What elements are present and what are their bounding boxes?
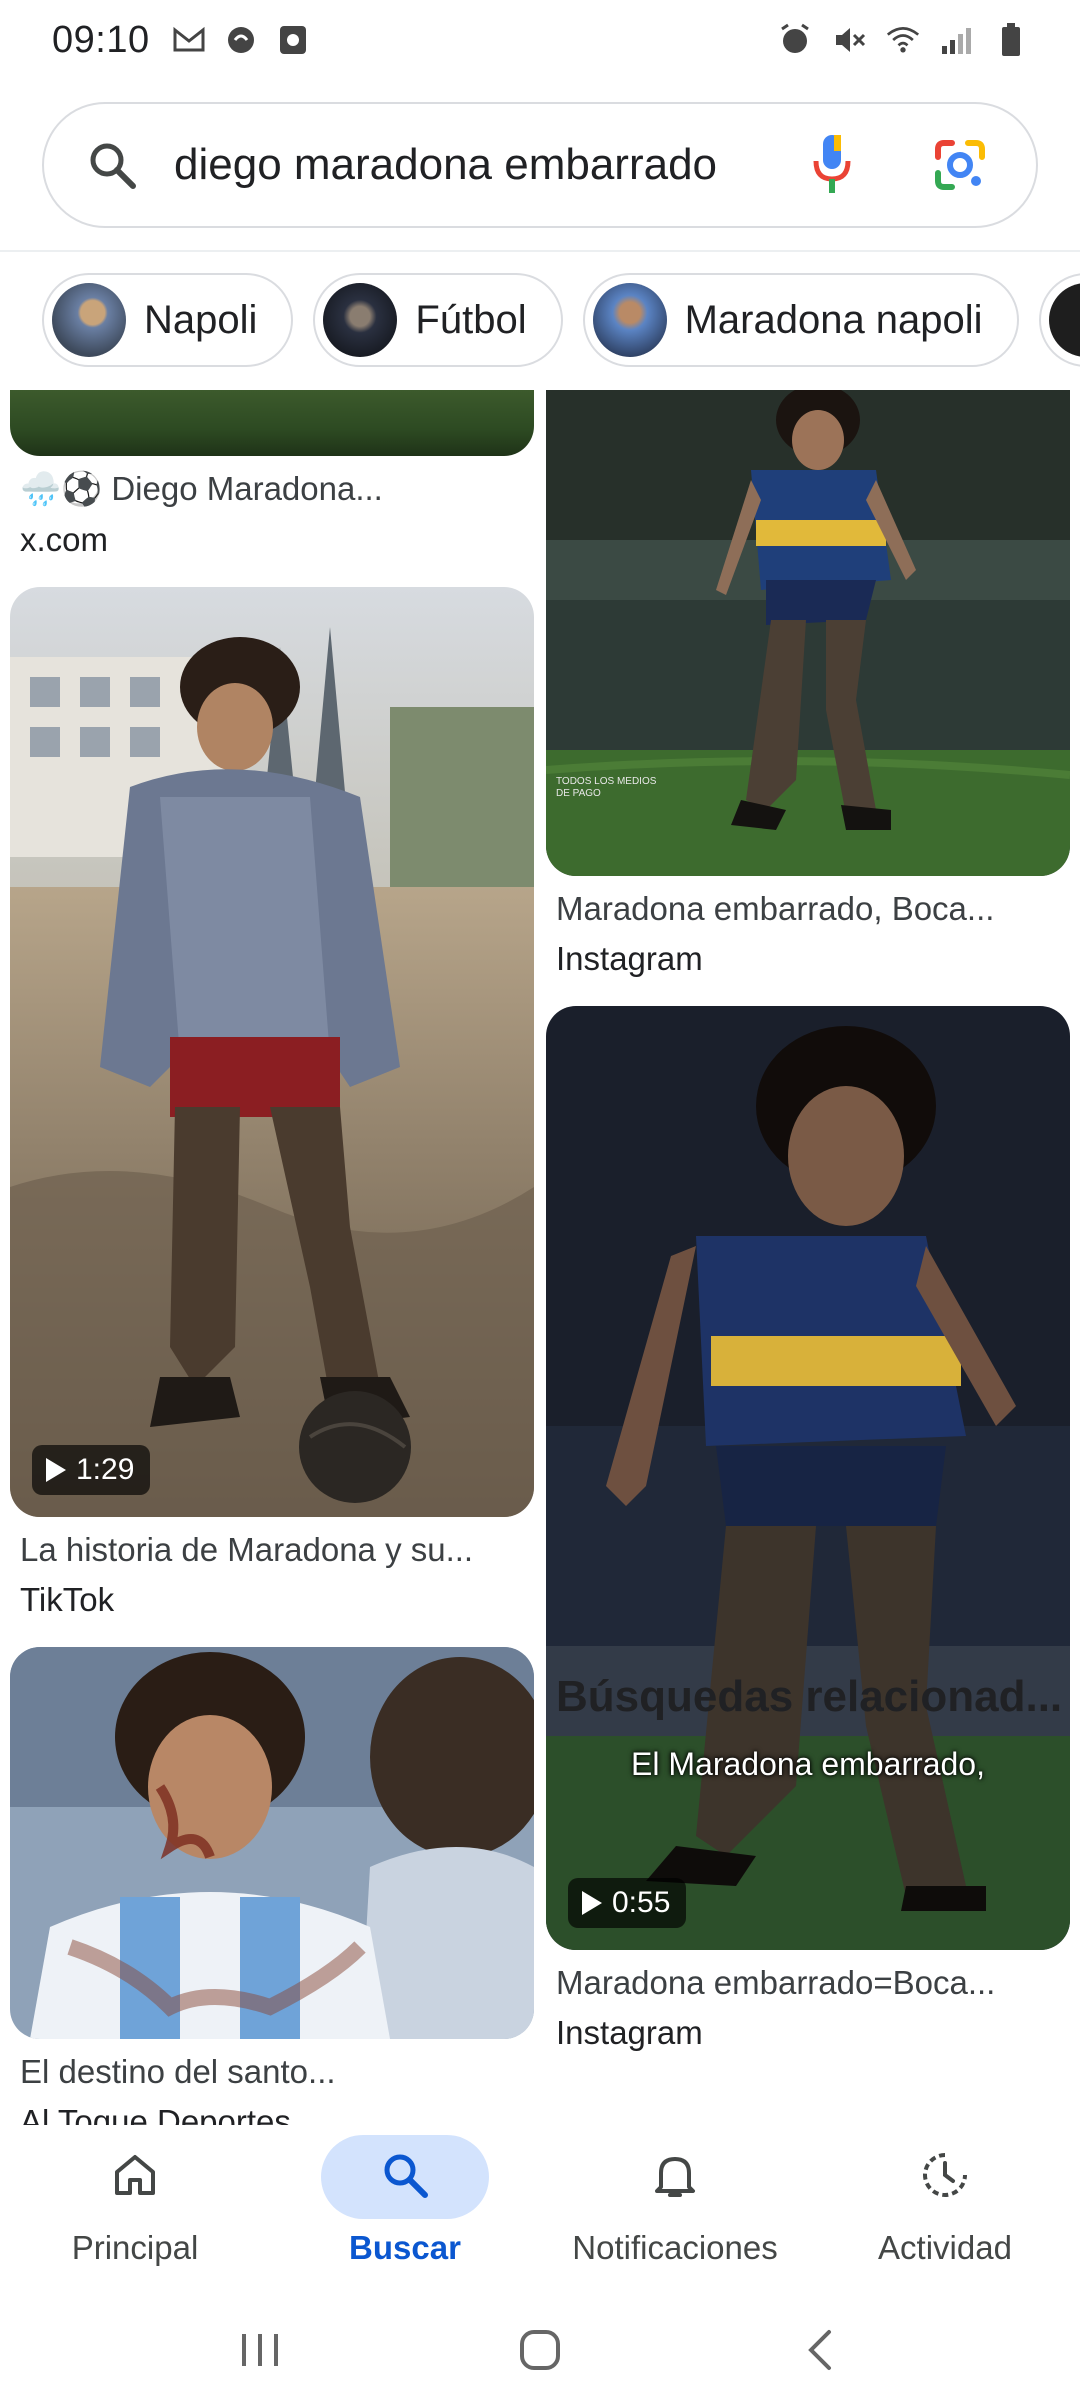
chip-napoli[interactable]: Napoli	[42, 273, 294, 367]
image-watermark: TODOS LOS MEDIOS DE PAGO	[556, 776, 657, 799]
player-argentina-photo	[10, 1647, 534, 2039]
result-card[interactable]: 1:29 La historia de Maradona y su... Tik…	[10, 587, 534, 1619]
bell-icon	[653, 2151, 697, 2204]
result-source: x.com	[20, 521, 109, 558]
nav-label: Notificaciones	[572, 2229, 778, 2266]
video-caption: El Maradona embarrado,	[631, 1746, 985, 1782]
recent-apps-button[interactable]	[210, 2315, 310, 2385]
result-thumbnail[interactable]: TODOS LOS MEDIOS DE PAGO	[546, 390, 1070, 876]
back-button[interactable]	[770, 2315, 870, 2385]
home-icon	[112, 2152, 158, 2203]
search-input[interactable]	[174, 140, 784, 190]
result-source: Instagram	[556, 2014, 703, 2051]
header-divider	[0, 250, 1080, 252]
image-results-grid: 🌧️⚽ Diego Maradona... x.com 1:29 La hist…	[0, 390, 1080, 2125]
result-thumbnail[interactable]	[10, 390, 534, 456]
system-navigation-bar	[0, 2300, 1080, 2400]
activity-icon	[921, 2151, 969, 2204]
chip-more[interactable]	[1038, 273, 1080, 367]
nav-pill[interactable]	[591, 2135, 759, 2219]
result-thumbnail[interactable]	[10, 1647, 534, 2039]
chip-futbol[interactable]: Fútbol	[313, 273, 563, 367]
microphone-icon[interactable]	[804, 133, 860, 197]
chip-label: Fútbol	[415, 297, 527, 342]
result-title[interactable]: La historia de Maradona y su...	[20, 1531, 534, 1569]
chip-avatar	[1048, 283, 1080, 357]
result-card[interactable]: TODOS LOS MEDIOS DE PAGO Maradona embarr…	[546, 390, 1070, 978]
screen-record-icon	[276, 23, 310, 57]
search-icon[interactable]	[84, 137, 140, 193]
result-source: Instagram	[556, 940, 703, 977]
chip-avatar	[52, 283, 126, 357]
related-searches-heading: Búsquedas relacionad...	[556, 1672, 1063, 1721]
nav-pill[interactable]	[861, 2135, 1029, 2219]
back-chevron-icon	[808, 2330, 831, 2370]
battery-icon	[994, 23, 1028, 57]
result-title[interactable]: Maradona embarrado, Boca...	[556, 890, 1070, 928]
home-button[interactable]	[490, 2315, 590, 2385]
home-circle-icon	[520, 2330, 560, 2370]
video-duration: 0:55	[612, 1886, 671, 1919]
results-column-left: 🌧️⚽ Diego Maradona... x.com 1:29 La hist…	[10, 390, 534, 2125]
mute-icon	[832, 23, 866, 57]
nav-item-principal[interactable]: Principal	[0, 2125, 270, 2300]
refinement-chips: Napoli Fútbol Maradona napoli	[0, 270, 1080, 370]
results-column-right: TODOS LOS MEDIOS DE PAGO Maradona embarr…	[546, 390, 1070, 2052]
nav-item-buscar[interactable]: Buscar	[270, 2125, 540, 2300]
chip-avatar	[592, 283, 667, 357]
video-duration-badge: 0:55	[568, 1878, 687, 1928]
play-icon	[46, 1458, 66, 1482]
status-right-icons	[778, 23, 1028, 57]
nav-item-notificaciones[interactable]: Notificaciones	[540, 2125, 810, 2300]
nav-item-actividad[interactable]: Actividad	[810, 2125, 1080, 2300]
search-bar[interactable]	[42, 102, 1038, 228]
result-thumbnail[interactable]: 1:29	[10, 587, 534, 1517]
result-title[interactable]: 🌧️⚽ Diego Maradona...	[20, 470, 534, 509]
status-left-icons	[172, 23, 310, 57]
chip-label: Maradona napoli	[684, 297, 983, 342]
nav-label: Buscar	[349, 2229, 461, 2266]
chip-label: Napoli	[144, 297, 258, 342]
video-duration-badge: 1:29	[32, 1445, 151, 1495]
result-title[interactable]: Maradona embarrado=Boca...	[556, 1964, 1070, 2002]
result-card[interactable]: El destino del santo... Al Toque Deporte…	[10, 1647, 534, 2125]
chip-avatar	[323, 283, 398, 357]
result-title[interactable]: El destino del santo...	[20, 2053, 534, 2091]
gmail-icon	[172, 23, 206, 57]
whatsapp-icon	[224, 23, 258, 57]
bottom-navigation: Principal Buscar Notificaciones Activida…	[0, 2125, 1080, 2300]
search-icon	[381, 2151, 429, 2204]
google-lens-icon[interactable]	[930, 135, 990, 195]
nav-label: Principal	[71, 2229, 199, 2266]
status-bar: 09:10	[0, 0, 1080, 80]
nav-label: Actividad	[878, 2229, 1012, 2266]
chip-maradona-napoli[interactable]: Maradona napoli	[582, 273, 1019, 367]
player-boca-video-photo	[546, 1006, 1070, 1950]
nav-pill[interactable]	[51, 2135, 219, 2219]
result-card[interactable]: El Maradona embarrado, 0:55 Maradona emb…	[546, 1006, 1070, 2052]
alarm-icon	[778, 23, 812, 57]
result-source: TikTok	[20, 1581, 115, 1618]
player-muddy-photo	[10, 587, 534, 1517]
recent-apps-icon	[242, 2334, 278, 2366]
wifi-icon	[886, 23, 920, 57]
result-source: Al Toque Deportes	[20, 2103, 291, 2125]
player-boca-photo	[546, 390, 1070, 876]
result-card[interactable]: 🌧️⚽ Diego Maradona... x.com	[10, 390, 534, 559]
result-thumbnail[interactable]: El Maradona embarrado, 0:55	[546, 1006, 1070, 1950]
nav-pill[interactable]	[321, 2135, 489, 2219]
play-icon	[582, 1891, 602, 1915]
signal-icon	[940, 23, 974, 57]
status-time: 09:10	[52, 18, 150, 61]
video-duration: 1:29	[76, 1453, 135, 1486]
